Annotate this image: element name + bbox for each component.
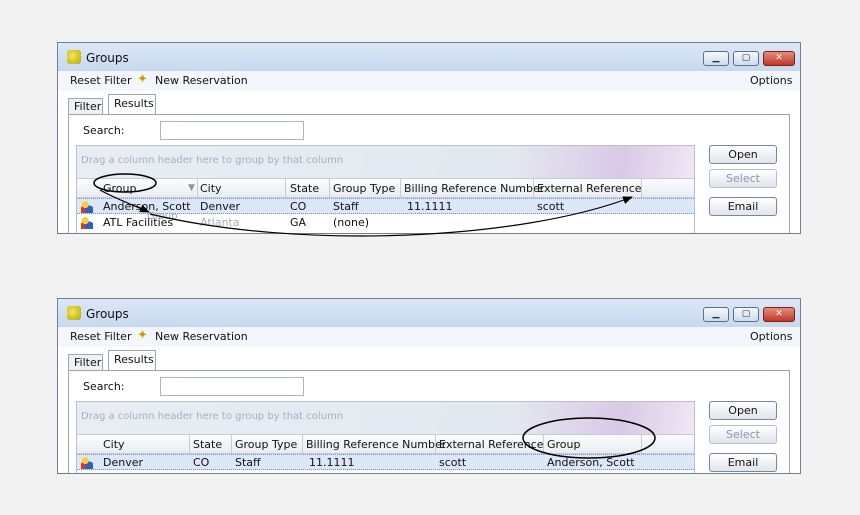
group-header-highlight-ellipse <box>93 173 157 193</box>
drag-destination-arrow <box>149 196 633 237</box>
moved-group-column-ellipse <box>522 417 656 459</box>
drag-start-arrow <box>99 189 150 213</box>
annotation-overlay <box>93 173 656 459</box>
